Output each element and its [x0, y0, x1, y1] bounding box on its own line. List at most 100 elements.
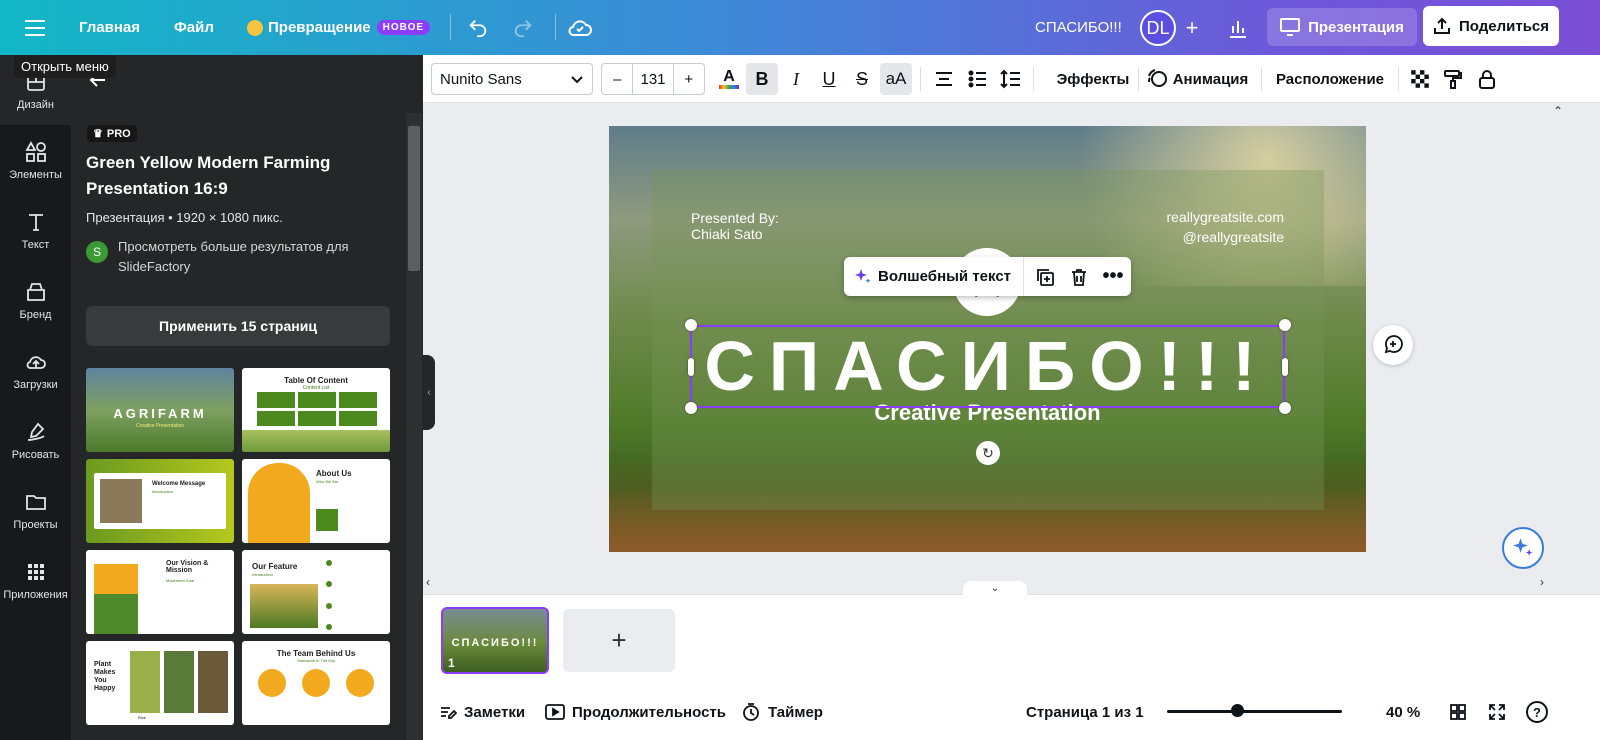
spacing-button[interactable] — [996, 63, 1026, 95]
zoom-slider-knob[interactable] — [1231, 704, 1244, 717]
page-thumbnail[interactable]: СПАСИБО!!! 1 — [441, 607, 549, 674]
chevron-down-icon — [571, 76, 583, 84]
align-button[interactable] — [929, 63, 959, 95]
font-select[interactable]: Nunito Sans — [431, 63, 593, 95]
fullscreen-button[interactable] — [1488, 700, 1506, 724]
animation-button[interactable]: Анимация — [1145, 63, 1249, 95]
transparency-button[interactable] — [1406, 63, 1434, 95]
scroll-right-arrow[interactable]: › — [1540, 575, 1544, 589]
rail-label: Текст — [21, 238, 50, 251]
rail-item-text[interactable]: Текст — [0, 195, 71, 265]
rail-item-projects[interactable]: Проекты — [0, 475, 71, 545]
add-comment-button[interactable] — [1373, 325, 1413, 365]
animation-label: Анимация — [1172, 70, 1249, 88]
resize-handle-br[interactable] — [1279, 402, 1291, 414]
invite-button[interactable]: + — [1176, 12, 1208, 44]
notes-button[interactable]: Заметки — [439, 700, 525, 724]
template-thumb[interactable]: About Us Who We Are — [242, 459, 390, 543]
present-button[interactable]: Презентация — [1267, 8, 1417, 46]
scroll-thumb[interactable] — [408, 126, 420, 271]
resize-handle-tr[interactable] — [1279, 319, 1291, 331]
template-thumb[interactable]: Plant Makes You Happy Rice — [86, 641, 234, 725]
divider — [920, 67, 921, 91]
scroll-up-arrow[interactable]: ⌃ — [1553, 104, 1563, 118]
letter-case-button[interactable]: aA — [880, 63, 912, 95]
presenter-name[interactable]: Chiaki Sato — [691, 226, 763, 242]
cloud-save-button[interactable] — [564, 12, 596, 44]
lock-button[interactable] — [1473, 63, 1501, 95]
decrease-size-button[interactable]: – — [602, 64, 634, 94]
share-button[interactable]: Поделиться — [1423, 6, 1559, 46]
zoom-level[interactable]: 40 % — [1386, 700, 1420, 724]
duplicate-button[interactable] — [1028, 257, 1062, 296]
text-color-button[interactable]: A — [715, 63, 743, 95]
template-thumb[interactable]: Table Of Content Content List — [242, 368, 390, 452]
presented-by-label[interactable]: Presented By: — [691, 210, 779, 226]
notes-label: Заметки — [464, 703, 526, 721]
grid-view-button[interactable] — [1449, 700, 1467, 724]
zoom-slider[interactable] — [1167, 710, 1342, 713]
template-thumb[interactable]: Our Vision & Mission Movement Goal — [86, 550, 234, 634]
template-thumb[interactable]: Welcome Message Introduction — [86, 459, 234, 543]
template-thumb[interactable]: AGRIFARM Creative Presentation — [86, 368, 234, 452]
template-title: Green Yellow Modern Farming Presentation… — [86, 153, 331, 198]
collapse-pages-button[interactable]: ⌄ — [963, 581, 1027, 595]
template-thumb[interactable]: Our Feature Introduction — [242, 550, 390, 634]
more-button[interactable]: ••• — [1096, 257, 1130, 296]
duration-button[interactable]: Продолжительность — [545, 700, 726, 724]
apply-pages-button[interactable]: Применить 15 страниц — [86, 306, 390, 346]
chevron-down-icon: ⌄ — [990, 582, 1000, 594]
redo-button[interactable] — [507, 12, 539, 44]
magic-assistant-button[interactable] — [1502, 527, 1544, 569]
help-icon: ? — [1526, 701, 1548, 723]
rail-item-uploads[interactable]: Загрузки — [0, 335, 71, 405]
position-button[interactable]: Расположение — [1270, 63, 1390, 95]
projects-icon — [25, 494, 46, 510]
panel-scrollbar[interactable] — [406, 113, 422, 740]
increase-size-button[interactable]: + — [672, 64, 704, 94]
rail-item-apps[interactable]: Приложения — [0, 545, 71, 615]
insights-button[interactable] — [1222, 12, 1254, 44]
paint-roller-icon — [1444, 70, 1462, 89]
resize-handle-left[interactable] — [688, 358, 694, 376]
menu-button[interactable] — [19, 12, 51, 44]
social-handle[interactable]: @reallygreatsite — [1100, 229, 1284, 245]
resize-handle-right[interactable] — [1282, 358, 1288, 376]
add-page-button[interactable]: + — [563, 609, 675, 672]
scroll-left-arrow[interactable]: ‹ — [426, 575, 430, 589]
template-thumb[interactable]: The Team Behind Us Teamwork In The Key — [242, 641, 390, 725]
magic-text-button[interactable]: Волшебный текст — [844, 257, 1025, 296]
resize-handle-tl[interactable] — [685, 319, 697, 331]
copy-style-button[interactable] — [1439, 63, 1467, 95]
transform-menu[interactable]: Превращение НОВОЕ — [247, 0, 431, 55]
font-size-input[interactable]: 131 — [633, 64, 672, 94]
italic-button[interactable]: I — [780, 63, 812, 95]
strikethrough-button[interactable]: S — [846, 63, 878, 95]
avatar[interactable]: DL — [1140, 10, 1176, 46]
resize-handle-bl[interactable] — [685, 402, 697, 414]
timer-button[interactable]: Таймер — [741, 700, 823, 724]
sparkle-icon — [1513, 538, 1533, 556]
text-color-icon: A — [723, 68, 735, 85]
help-button[interactable]: ? — [1526, 700, 1548, 724]
file-menu[interactable]: Файл — [174, 0, 214, 55]
undo-button[interactable] — [462, 12, 494, 44]
rail-item-elements[interactable]: Элементы — [0, 125, 71, 195]
rail-label: Дизайн — [17, 98, 54, 111]
home-menu[interactable]: Главная — [79, 0, 140, 55]
list-button[interactable] — [963, 63, 993, 95]
delete-button[interactable] — [1062, 257, 1096, 296]
site-url[interactable]: reallygreatsite.com — [1100, 209, 1285, 225]
rotate-button[interactable]: ↻ — [976, 441, 1000, 465]
font-size-stepper[interactable]: – 131 + — [601, 63, 705, 95]
underline-button[interactable]: U — [813, 63, 845, 95]
author-link[interactable]: S Просмотреть больше результатов для Sli… — [86, 237, 386, 277]
thumb-sub: Creative Presentation — [135, 423, 185, 429]
effects-button[interactable]: Эффекты — [1043, 63, 1143, 95]
rail-item-brand[interactable]: Бренд — [0, 265, 71, 335]
collapse-panel-button[interactable]: ‹ — [423, 355, 435, 430]
bold-button[interactable]: B — [746, 63, 778, 95]
rail-item-draw[interactable]: Рисовать — [0, 405, 71, 475]
lock-icon — [1479, 70, 1495, 89]
document-title[interactable]: СПАСИБО!!! — [1035, 0, 1122, 55]
